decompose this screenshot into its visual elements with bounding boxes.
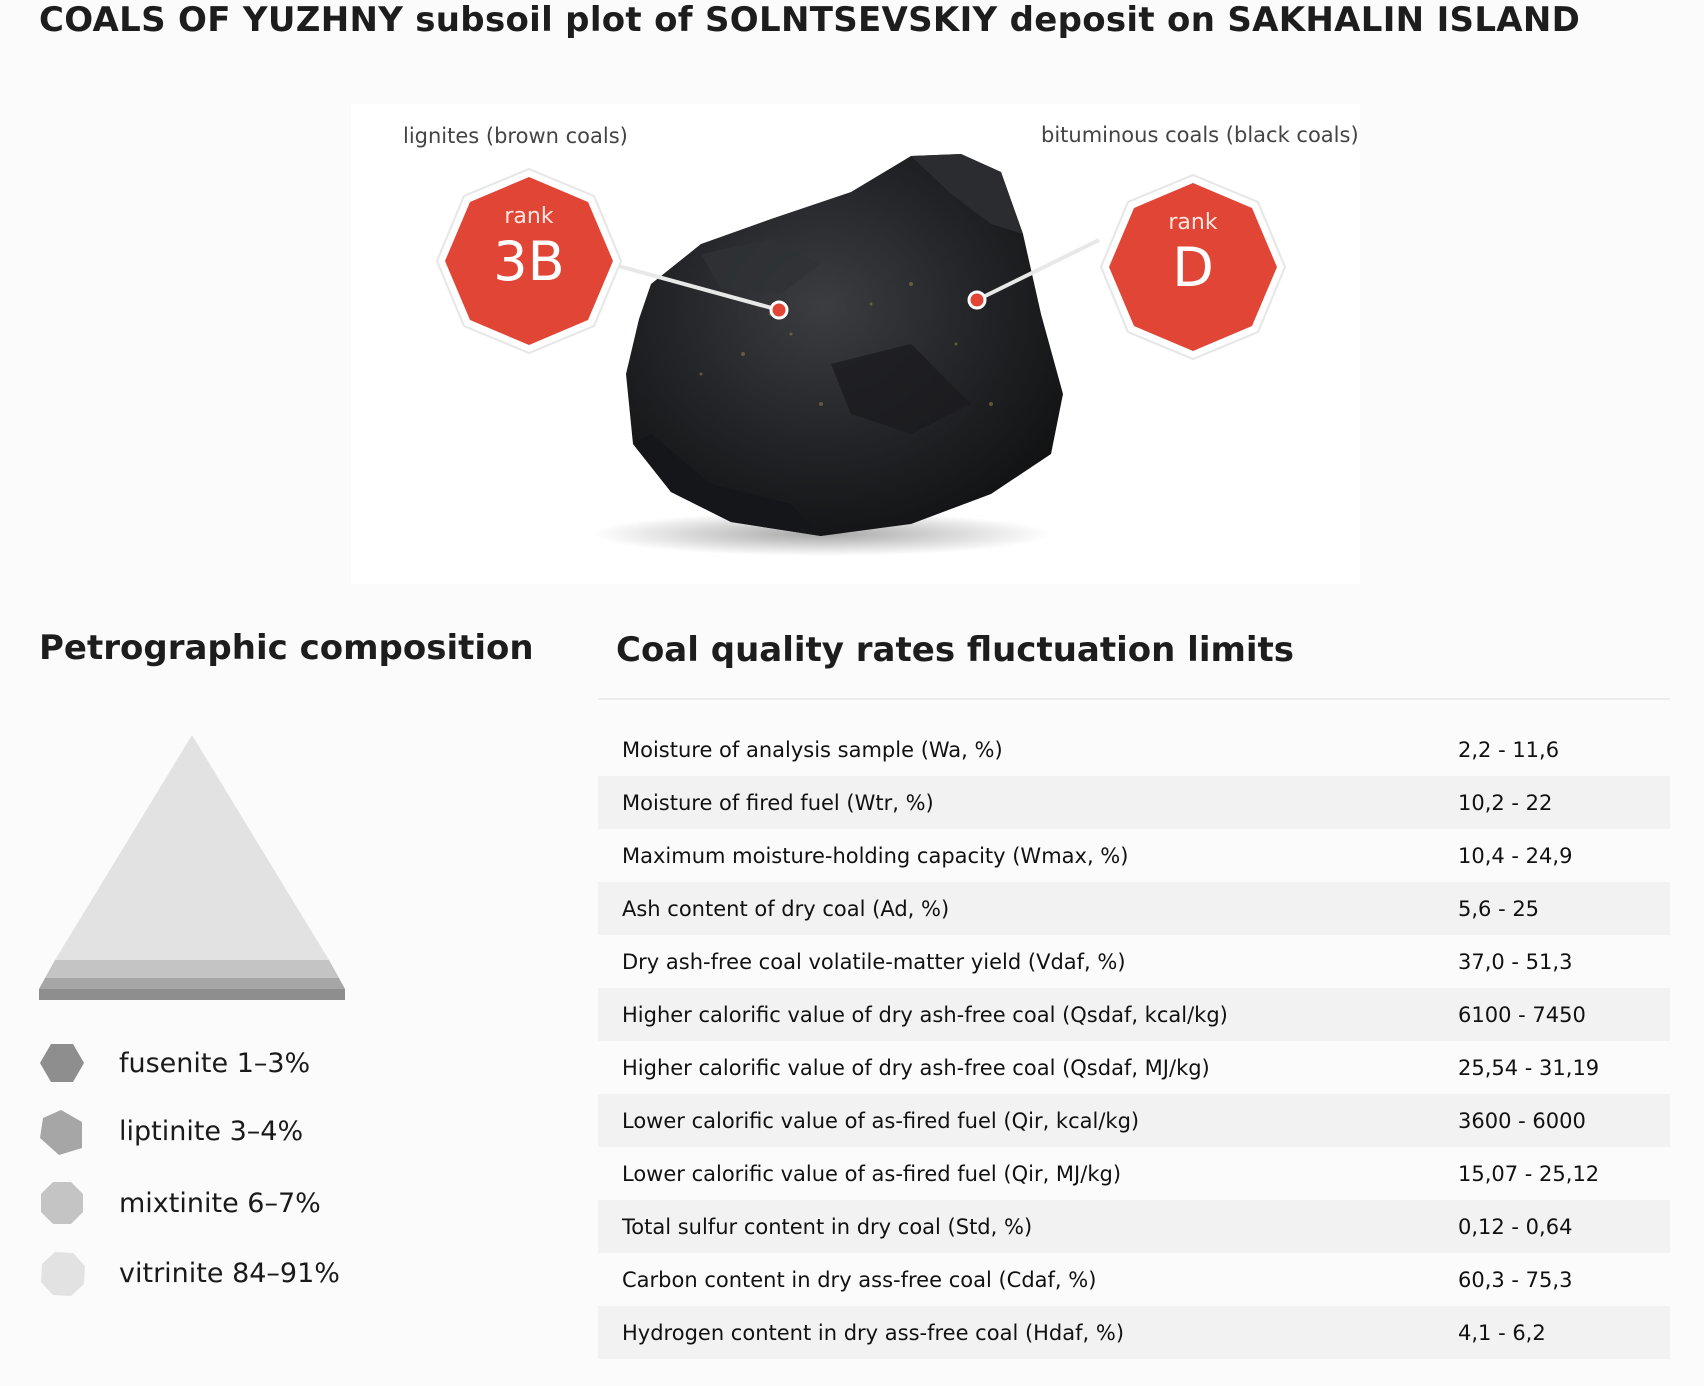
- table-row: Moisture of analysis sample (Wa, %) 2,2 -…: [598, 723, 1670, 776]
- table-row: Dry ash-free coal volatile-matter yield …: [598, 935, 1670, 988]
- table-row: Total sulfur content in dry coal (Std, %…: [598, 1200, 1670, 1253]
- parameter-cell: Higher calorific value of dry ash-free c…: [598, 988, 1458, 1041]
- legend-label-vitrinite: vitrinite 84–91%: [119, 1258, 340, 1289]
- range-cell: 60,3 - 75,3: [1458, 1267, 1573, 1292]
- range-cell: 5,6 - 25: [1458, 882, 1670, 935]
- table-row: Higher calorific value of dry ash-free c…: [598, 988, 1670, 1041]
- pyramid-layer-mixtinite: [45, 960, 339, 978]
- parameter-cell: Dry ash-free coal volatile-matter yield …: [622, 949, 1126, 974]
- rank-value-right: D: [1172, 236, 1214, 299]
- legend-item-mixtinite: mixtinite 6–7%: [39, 1180, 439, 1228]
- quality-title: Coal quality rates fluctuation limits: [616, 630, 1295, 670]
- right-pointer-dot: [967, 290, 987, 310]
- range-cell: 15,07 - 25,12: [1458, 1161, 1600, 1186]
- lignite-category-label: lignites (brown coals): [403, 124, 628, 148]
- petrography-pyramid: [39, 735, 345, 1000]
- table-row: Higher calorific value of dry ash-free c…: [598, 1041, 1670, 1094]
- range-cell: 4,1 - 6,2: [1458, 1306, 1670, 1359]
- pyramid-layer-vitrinite: [55, 735, 329, 960]
- pyramid-layer-fusenite: [39, 989, 345, 1000]
- table-row: Lower calorific value of as-fired fuel (…: [598, 1094, 1670, 1147]
- coal-rank-illustration: lignites (brown coals) bituminous coals …: [351, 104, 1360, 584]
- parameter-cell: Higher calorific value of dry ash-free c…: [622, 1055, 1210, 1080]
- table-row: Ash content of dry coal (Ad, %) 5,6 - 25: [598, 882, 1670, 935]
- table-row: Maximum moisture-holding capacity (Wmax,…: [598, 829, 1670, 882]
- page-title: COALS OF YUZHNY subsoil plot of SOLNTSEV…: [39, 0, 1581, 40]
- parameter-cell: Carbon content in dry ass-free coal (Cda…: [622, 1267, 1097, 1292]
- pentagon-icon: [40, 1110, 82, 1155]
- rank-word-right: rank: [1168, 210, 1218, 235]
- bituminous-category-label: bituminous coals (black coals): [1041, 123, 1359, 147]
- heptagon-icon: [41, 1182, 83, 1224]
- parameter-cell: Moisture of analysis sample (Wa, %): [622, 737, 1003, 762]
- parameter-cell: Ash content of dry coal (Ad, %): [598, 882, 1458, 935]
- quality-divider: [598, 698, 1670, 700]
- hexagon-icon: [40, 1044, 84, 1082]
- parameter-cell: Lower calorific value of as-fired fuel (…: [598, 1094, 1458, 1147]
- octagon-icon: [41, 1252, 85, 1296]
- rank-word-left: rank: [504, 204, 554, 229]
- range-cell: 0,12 - 0,64: [1458, 1200, 1670, 1253]
- table-row: Hydrogen content in dry ass-free coal (H…: [598, 1306, 1670, 1359]
- left-pointer-dot: [769, 300, 789, 320]
- legend-label-mixtinite: mixtinite 6–7%: [119, 1188, 321, 1219]
- range-cell: 10,4 - 24,9: [1458, 843, 1573, 868]
- legend-item-liptinite: liptinite 3–4%: [39, 1108, 439, 1156]
- rank-badge-left: rank 3B: [434, 166, 624, 356]
- rank-value-left: 3B: [493, 230, 565, 293]
- parameter-cell: Total sulfur content in dry coal (Std, %…: [598, 1200, 1458, 1253]
- pyramid-layer-liptinite: [39, 978, 345, 989]
- legend-item-fusenite: fusenite 1–3%: [39, 1040, 439, 1088]
- legend-label-fusenite: fusenite 1–3%: [119, 1048, 311, 1079]
- table-row: Moisture of fired fuel (Wtr, %) 10,2 - 22: [598, 776, 1670, 829]
- legend-label-liptinite: liptinite 3–4%: [119, 1116, 304, 1147]
- parameter-cell: Moisture of fired fuel (Wtr, %): [598, 776, 1458, 829]
- range-cell: 3600 - 6000: [1458, 1094, 1670, 1147]
- parameter-cell: Hydrogen content in dry ass-free coal (H…: [598, 1306, 1458, 1359]
- range-cell: 2,2 - 11,6: [1458, 737, 1560, 762]
- range-cell: 10,2 - 22: [1458, 776, 1670, 829]
- petrography-title: Petrographic composition: [39, 628, 534, 668]
- legend-item-vitrinite: vitrinite 84–91%: [39, 1250, 439, 1298]
- table-row: Carbon content in dry ass-free coal (Cda…: [598, 1253, 1670, 1306]
- range-cell: 37,0 - 51,3: [1458, 949, 1573, 974]
- range-cell: 25,54 - 31,19: [1458, 1055, 1600, 1080]
- table-row: Lower calorific value of as-fired fuel (…: [598, 1147, 1670, 1200]
- quality-table: Moisture of analysis sample (Wa, %) 2,2 -…: [598, 723, 1670, 1359]
- parameter-cell: Lower calorific value of as-fired fuel (…: [622, 1161, 1122, 1186]
- rank-badge-right: rank D: [1098, 172, 1288, 362]
- parameter-cell: Maximum moisture-holding capacity (Wmax,…: [622, 843, 1129, 868]
- range-cell: 6100 - 7450: [1458, 988, 1670, 1041]
